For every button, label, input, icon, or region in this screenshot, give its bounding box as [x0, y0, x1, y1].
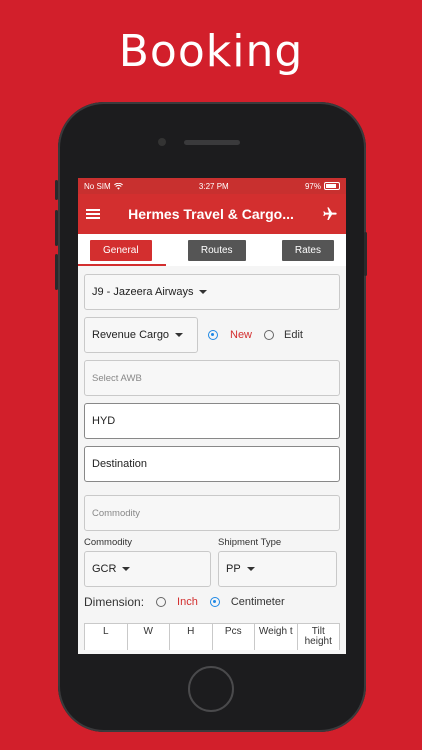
column-height: H	[170, 624, 213, 650]
inch-radio-label: Inch	[177, 596, 198, 608]
booking-form: J9 - Jazeera Airways Revenue Cargo New E…	[78, 266, 346, 654]
commodity-label: Commodity	[84, 537, 133, 548]
chevron-down-icon	[122, 567, 131, 571]
chevron-down-icon	[175, 333, 184, 337]
column-pieces: Pcs	[213, 624, 255, 650]
active-tab-indicator	[78, 264, 166, 266]
battery-percent: 97%	[304, 181, 321, 191]
cargo-type-value: Revenue Cargo	[92, 329, 170, 341]
column-width: W	[128, 624, 170, 650]
shipment-type-label: Shipment Type	[218, 537, 282, 548]
phone-frame: No SIM 3:27 PM 97% Hermes Travel & Cargo…	[55, 102, 367, 732]
destination-field[interactable]: Destination	[84, 446, 340, 482]
cargo-type-row: Revenue Cargo New Edit	[84, 317, 340, 353]
chevron-down-icon	[246, 567, 255, 571]
speaker-grille	[184, 140, 240, 145]
chevron-down-icon	[199, 290, 208, 294]
airline-dropdown[interactable]: J9 - Jazeera Airways	[84, 274, 340, 310]
tab-routes[interactable]: Routes	[187, 239, 246, 261]
edit-radio[interactable]	[264, 330, 275, 340]
airline-value: J9 - Jazeera Airways	[92, 286, 194, 298]
inch-radio[interactable]	[156, 597, 167, 607]
headline: Booking	[118, 26, 304, 77]
column-tilt-height: Tilt height	[304, 626, 332, 647]
column-weight: Weigh t	[255, 624, 298, 650]
origin-field[interactable]: HYD	[84, 403, 340, 439]
home-button[interactable]	[188, 666, 234, 712]
tab-rates[interactable]: Rates	[281, 239, 334, 261]
select-awb-field[interactable]: Select AWB	[84, 360, 340, 396]
power-button	[364, 232, 367, 276]
volume-up-button	[55, 180, 58, 200]
commodity-group: Commodity GCR	[84, 537, 211, 587]
menu-icon[interactable]	[86, 209, 100, 219]
battery-status: 97%	[305, 182, 340, 191]
cargo-type-dropdown[interactable]: Revenue Cargo	[84, 317, 198, 353]
commodity-shipment-row: Commodity GCR Shipment Type PP	[84, 537, 340, 587]
commodity-dropdown[interactable]: GCR	[84, 551, 211, 587]
volume-button-2	[55, 254, 58, 290]
tab-bar: General Routes Rates	[78, 234, 346, 266]
dimension-row: Dimension: Inch Centimeter	[84, 595, 340, 609]
centimeter-radio[interactable]	[209, 597, 220, 607]
commodity-field[interactable]: Commodity	[84, 495, 340, 531]
airplane-icon[interactable]	[322, 206, 338, 222]
shipment-type-group: Shipment Type PP	[218, 537, 337, 587]
commodity-value: GCR	[92, 563, 117, 575]
app-bar: Hermes Travel & Cargo...	[78, 194, 346, 234]
app-title: Hermes Travel & Cargo...	[128, 206, 294, 222]
destination-placeholder: Destination	[92, 458, 148, 470]
tab-general[interactable]: General	[90, 239, 152, 261]
new-radio-label: New	[230, 329, 253, 341]
volume-down-button	[55, 210, 58, 246]
carrier-label: No SIM	[84, 181, 111, 191]
origin-value: HYD	[92, 415, 116, 427]
shipment-type-dropdown[interactable]: PP	[218, 551, 337, 587]
dimension-table-header: L W H Pcs Weigh t Tilt height	[84, 623, 340, 650]
battery-icon	[323, 182, 340, 191]
shipment-type-value: PP	[226, 563, 241, 575]
dimension-label: Dimension:	[84, 595, 145, 609]
status-bar: No SIM 3:27 PM 97%	[78, 178, 346, 194]
new-radio[interactable]	[208, 330, 218, 340]
edit-radio-label: Edit	[284, 329, 303, 341]
select-awb-placeholder: Select AWB	[92, 372, 142, 384]
centimeter-radio-label: Centimeter	[230, 596, 285, 608]
app-screen: No SIM 3:27 PM 97% Hermes Travel & Cargo…	[78, 178, 346, 654]
front-camera	[158, 138, 166, 146]
column-length: L	[85, 624, 128, 650]
commodity-placeholder: Commodity	[92, 507, 141, 519]
clock: 3:27 PM	[198, 181, 229, 191]
wifi-icon	[113, 182, 123, 190]
